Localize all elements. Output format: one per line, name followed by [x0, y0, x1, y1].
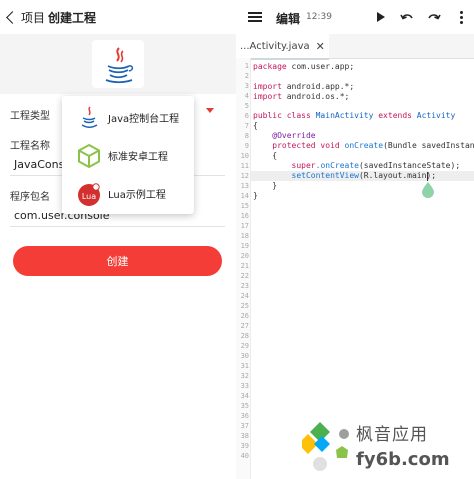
- menu-item-lua[interactable]: Lua Lua示例工程: [62, 174, 194, 212]
- line-number: 35: [240, 402, 249, 410]
- code-line-8[interactable]: @Override: [253, 131, 315, 140]
- lua-icon: Lua: [78, 183, 100, 206]
- line-number: 2: [244, 72, 249, 80]
- line-number: 33: [240, 382, 249, 390]
- tab-label: ...Activity.java: [240, 40, 310, 52]
- code-line-13[interactable]: }: [253, 181, 277, 190]
- file-tab-bar: ...Activity.java ✕: [236, 34, 474, 60]
- line-number: 37: [240, 422, 249, 430]
- code-line-14[interactable]: }: [253, 191, 258, 200]
- line-number: 26: [240, 312, 249, 320]
- line-number: 32: [240, 372, 249, 380]
- menu-item-label: Lua示例工程: [108, 190, 166, 201]
- line-number: 9: [244, 142, 249, 150]
- project-type-menu: Java控制台工程 标准安卓工程 Lua Lua示例工程: [62, 96, 194, 214]
- line-number: 40: [240, 452, 249, 460]
- line-number: 5: [244, 102, 249, 110]
- watermark-url: fy6b.com: [356, 449, 450, 470]
- line-number: 27: [240, 322, 249, 330]
- code-line-3[interactable]: import android.app.*;: [253, 82, 354, 91]
- create-button[interactable]: 创建: [13, 246, 222, 276]
- line-number: 6: [244, 112, 249, 120]
- tab-main-activity[interactable]: ...Activity.java ✕: [236, 34, 329, 60]
- editor-title: 编辑: [276, 12, 301, 26]
- create-project-panel: 项目 创建工程 工程类型 工程名称 JavaConsole 程序包名 com.u…: [0, 0, 236, 479]
- package-name-label: 程序包名: [10, 192, 50, 203]
- line-number: 20: [240, 252, 249, 260]
- line-number: 28: [240, 332, 249, 340]
- line-number: 17: [240, 222, 249, 230]
- menu-item-java-console[interactable]: Java控制台工程: [62, 98, 194, 136]
- clock-time: 12:39: [306, 12, 332, 22]
- line-number: 13: [240, 182, 249, 190]
- line-number: 21: [240, 262, 249, 270]
- back-label: 项目: [21, 10, 46, 25]
- line-number: 7: [244, 122, 249, 130]
- project-name-label: 工程名称: [10, 141, 50, 152]
- project-logo: [92, 40, 144, 88]
- line-number: 23: [240, 282, 249, 290]
- line-number: 36: [240, 412, 249, 420]
- watermark-text: 枫音应用: [356, 425, 428, 445]
- undo-icon[interactable]: [400, 10, 414, 24]
- dropdown-arrow-icon[interactable]: [206, 108, 214, 113]
- code-line-9[interactable]: protected void onCreate(Bundle savedInst…: [253, 141, 474, 150]
- line-number: 29: [240, 342, 249, 350]
- android-cube-icon: [78, 143, 100, 169]
- line-number: 39: [240, 442, 249, 450]
- line-number: 15: [240, 202, 249, 210]
- editor-panel: 编辑 12:39 ...Activity.java ✕ 1 2 3 4 5 6 7 8 9 10 1…: [236, 0, 474, 479]
- line-number: 24: [240, 292, 249, 300]
- close-icon[interactable]: ✕: [316, 40, 325, 53]
- text-cursor: [427, 172, 428, 181]
- line-number: 3: [244, 82, 249, 90]
- line-number: 11: [240, 162, 249, 170]
- line-number: 18: [240, 232, 249, 240]
- code-line-1[interactable]: package com.user.app;: [253, 62, 354, 71]
- java-icon: [81, 106, 98, 128]
- back-button[interactable]: 项目: [4, 8, 45, 26]
- line-number: 12: [240, 172, 249, 180]
- code-line-7[interactable]: {: [253, 121, 258, 130]
- line-number: 22: [240, 272, 249, 280]
- page-title: 创建工程: [48, 11, 97, 25]
- editor-header: 编辑 12:39: [236, 0, 474, 34]
- more-vert-icon[interactable]: [460, 10, 464, 24]
- line-number: 34: [240, 392, 249, 400]
- line-number: 19: [240, 242, 249, 250]
- line-number: 1: [244, 62, 249, 70]
- code-line-12[interactable]: setContentView(R.layout.main);: [253, 171, 437, 180]
- left-header: 项目 创建工程: [0, 0, 236, 34]
- chevron-left-icon: [6, 10, 19, 24]
- watermark-logo-icon: [302, 422, 349, 471]
- code-line-10[interactable]: {: [253, 151, 277, 160]
- line-number: 25: [240, 302, 249, 310]
- code-line-11[interactable]: super.onCreate(savedInstanceState);: [253, 161, 461, 170]
- menu-item-android[interactable]: 标准安卓工程: [62, 136, 194, 174]
- line-number: 14: [240, 192, 249, 200]
- hamburger-menu-icon[interactable]: [248, 12, 262, 22]
- redo-icon[interactable]: [427, 10, 441, 24]
- line-number: 16: [240, 212, 249, 220]
- code-line-4[interactable]: import android.os.*;: [253, 92, 349, 101]
- line-number: 10: [240, 152, 249, 160]
- line-number: 4: [244, 92, 249, 100]
- menu-item-label: Java控制台工程: [108, 114, 180, 125]
- svg-text:Lua: Lua: [82, 192, 96, 201]
- java-logo-icon: [105, 47, 134, 84]
- line-number: 31: [240, 362, 249, 370]
- cursor-handle-icon[interactable]: [422, 182, 434, 198]
- line-number: 30: [240, 352, 249, 360]
- line-number: 8: [244, 132, 249, 140]
- code-line-6[interactable]: public class MainActivity extends Activi…: [253, 111, 455, 120]
- line-number: 38: [240, 432, 249, 440]
- menu-item-label: 标准安卓工程: [108, 152, 168, 163]
- run-play-icon[interactable]: [377, 12, 385, 22]
- line-number-gutter: 1 2 3 4 5 6 7 8 9 10 11 12 13 14 15 16 17 18 19 20 21 22 23 24 2…: [236, 58, 251, 479]
